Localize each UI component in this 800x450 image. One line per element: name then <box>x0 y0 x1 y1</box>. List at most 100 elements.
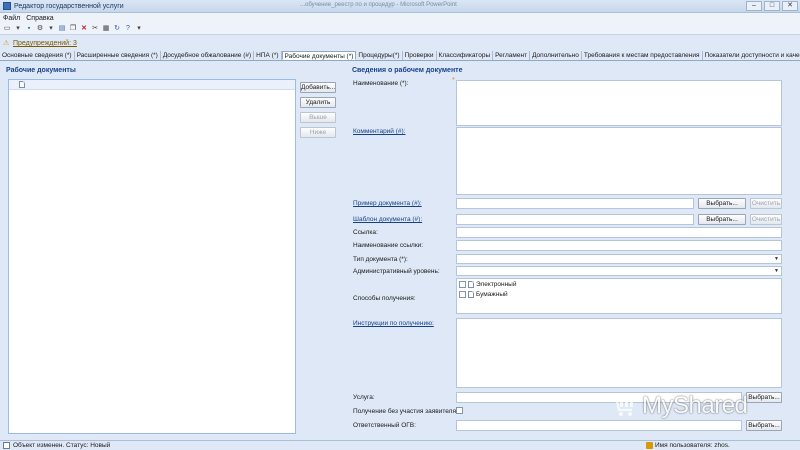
close-button[interactable]: ✕ <box>782 1 798 11</box>
watermark-text: MyShared <box>642 392 748 419</box>
link-label: Ссылка: <box>353 229 378 236</box>
responsible-label: Ответственный ОГВ: <box>353 422 416 429</box>
status-text: Объект изменен. Статус: Новый <box>13 442 111 449</box>
maximize-button[interactable]: □ <box>764 1 780 11</box>
method-electronic-checkbox[interactable] <box>459 281 466 288</box>
document-icon <box>468 281 474 288</box>
without-applicant-checkbox[interactable] <box>456 407 463 414</box>
user-name: Имя пользователя: zhos. <box>655 442 730 449</box>
tab-classifiers[interactable]: Классификаторы <box>436 51 494 60</box>
responsible-choose-button[interactable]: Выбрать... <box>746 420 782 431</box>
tab-npa[interactable]: НПА (*) <box>254 51 282 60</box>
tab-place-requirements[interactable]: Требования к местам предоставления <box>581 51 703 60</box>
chevron-down-icon[interactable]: ▼ <box>773 268 780 274</box>
tab-checks[interactable]: Проверки <box>402 51 437 60</box>
status-bar: Объект изменен. Статус: Новый Имя пользо… <box>0 440 800 450</box>
user-icon <box>646 442 653 449</box>
method-electronic[interactable]: Электронный <box>459 281 516 288</box>
window-caption: ...обучение_реестр по и процедур - Micro… <box>300 2 457 8</box>
watermark: MyShared <box>610 392 748 420</box>
warnings-link[interactable]: Предупреждений: 3 <box>13 40 77 47</box>
warning-icon: ⚠ <box>3 39 10 47</box>
move-down-button[interactable]: Ниже <box>300 127 336 138</box>
example-field[interactable] <box>456 198 694 209</box>
panel-title: Рабочие документы <box>6 67 76 74</box>
method-paper-label: Бумажный <box>476 291 508 298</box>
comment-label[interactable]: Комментарий (#): <box>353 128 406 135</box>
menu-file[interactable]: Файл <box>3 15 20 22</box>
user-info: Имя пользователя: zhos. <box>646 442 730 449</box>
method-paper[interactable]: Бумажный <box>459 291 508 298</box>
dropdown-arrow-icon[interactable]: ▾ <box>47 25 55 33</box>
template-label[interactable]: Шаблон документа (#): <box>353 216 422 223</box>
edit-status-icon <box>3 442 10 449</box>
admin-level-select[interactable]: ▼ <box>456 266 782 276</box>
template-field[interactable] <box>456 214 694 225</box>
template-clear-button[interactable]: Очистить <box>750 214 782 225</box>
save-icon[interactable]: ▪ <box>25 25 33 33</box>
document-icon <box>19 81 25 88</box>
example-choose-button[interactable]: Выбрать... <box>698 198 746 209</box>
tab-strip: Основные сведения (*) Расширенные сведен… <box>0 51 800 61</box>
link-field[interactable] <box>456 227 782 238</box>
tab-working-documents[interactable]: Рабочие документы (*) <box>281 51 357 60</box>
link-name-label: Наименование ссылки: <box>353 242 424 249</box>
menu-bar: Файл Справка <box>0 13 800 23</box>
app-icon <box>3 2 11 10</box>
documents-list[interactable] <box>8 79 296 434</box>
toolbar: ▭ ▾ ▪ ⚙ ▾ ▤ ❐ ✕ ✂ ▦ ↻ ? ▾ <box>0 23 800 35</box>
instructions-label[interactable]: Инструкции по получению: <box>353 320 434 327</box>
tab-basic-info[interactable]: Основные сведения (*) <box>0 51 75 60</box>
cart-icon <box>610 395 636 417</box>
tab-regulation[interactable]: Регламент <box>493 51 531 60</box>
link-name-field[interactable] <box>456 240 782 251</box>
menu-help[interactable]: Справка <box>26 15 53 22</box>
window-controls: – □ ✕ <box>746 1 798 11</box>
tab-procedures[interactable]: Процедуры(*) <box>356 51 403 60</box>
dropdown-arrow-icon[interactable]: ▾ <box>135 25 143 33</box>
doc-type-label: Тип документа (*): <box>353 256 408 263</box>
instructions-field[interactable] <box>456 318 782 388</box>
window-title: Редактор государственной услуги <box>14 2 124 10</box>
dropdown-arrow-icon[interactable]: ▾ <box>14 25 22 33</box>
delete-icon[interactable]: ✕ <box>80 25 88 33</box>
doc-type-select[interactable]: ▼ <box>456 254 782 264</box>
method-paper-checkbox[interactable] <box>459 291 466 298</box>
document-icon <box>468 291 474 298</box>
comment-field[interactable] <box>456 127 782 195</box>
tab-extended-info[interactable]: Расширенные сведения (*) <box>74 51 161 60</box>
name-field[interactable] <box>456 80 782 126</box>
method-electronic-label: Электронный <box>476 281 517 288</box>
tab-additional[interactable]: Дополнительно <box>530 51 582 60</box>
tab-pretrial-appeal[interactable]: Досудебное обжалование (#) <box>160 51 255 60</box>
refresh-icon[interactable]: ↻ <box>113 25 121 33</box>
cut-icon[interactable]: ✂ <box>91 25 99 33</box>
settings-icon[interactable]: ⚙ <box>36 25 44 33</box>
name-label: Наименование (*): <box>353 80 409 87</box>
copy-icon[interactable]: ❐ <box>69 25 77 33</box>
list-item[interactable] <box>9 80 295 90</box>
document-details-panel: Сведения о рабочем документе Наименовани… <box>348 66 788 438</box>
remove-button[interactable]: Удалить <box>300 97 336 108</box>
new-document-icon[interactable]: ▭ <box>3 25 11 33</box>
service-choose-button[interactable]: Выбрать... <box>746 392 782 403</box>
help-icon[interactable]: ? <box>124 25 132 33</box>
move-up-button[interactable]: Выше <box>300 112 336 123</box>
template-choose-button[interactable]: Выбрать... <box>698 214 746 225</box>
paste-icon[interactable]: ▦ <box>102 25 110 33</box>
window-titlebar: Редактор государственной услуги ...обуче… <box>0 0 800 13</box>
without-applicant-label: Получение без участия заявителя: <box>353 408 458 415</box>
service-label: Услуга: <box>353 394 375 401</box>
warning-bar: ⚠ Предупреждений: 3 <box>0 38 800 49</box>
responsible-field[interactable] <box>456 420 742 431</box>
example-clear-button[interactable]: Очистить <box>750 198 782 209</box>
admin-level-label: Административный уровень: <box>353 268 440 275</box>
chevron-down-icon[interactable]: ▼ <box>773 256 780 262</box>
panel-title: Сведения о рабочем документе <box>352 67 463 74</box>
minimize-button[interactable]: – <box>746 1 762 11</box>
print-icon[interactable]: ▤ <box>58 25 66 33</box>
example-label[interactable]: Пример документа (#): <box>353 200 422 207</box>
methods-label: Способы получения: <box>353 295 416 302</box>
tab-quality-indicators[interactable]: Показатели доступности и качества <box>702 51 800 60</box>
add-button[interactable]: Добавить... <box>300 82 336 93</box>
